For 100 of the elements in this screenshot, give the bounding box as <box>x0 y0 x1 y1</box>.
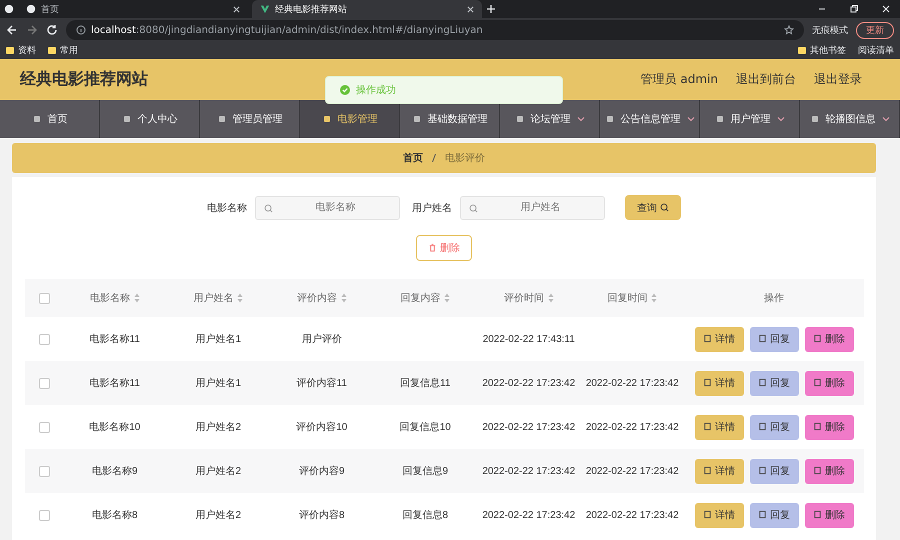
reply-button[interactable]: 回复 <box>750 414 798 440</box>
document-icon <box>812 510 822 519</box>
search-field[interactable]: 电影名称 <box>255 196 400 220</box>
table-cell: 回复信息11 <box>400 378 450 389</box>
nav-item[interactable]: 轮播图信息 <box>800 100 900 138</box>
nav-item[interactable]: 用户管理 <box>700 100 800 138</box>
close-icon[interactable] <box>467 6 474 12</box>
column-header[interactable]: 回复内容 <box>400 291 450 305</box>
field-label: 电影名称 <box>207 202 247 214</box>
check-circle-icon <box>340 85 350 95</box>
bookmark-folder[interactable]: 资料 <box>6 44 36 57</box>
sort-icon[interactable] <box>444 293 450 303</box>
nav-item[interactable]: 论坛管理 <box>500 100 600 138</box>
detail-button[interactable]: 详情 <box>694 326 744 352</box>
del-button[interactable]: 删除 <box>804 414 854 440</box>
table-cell: 用户评价 <box>302 334 342 345</box>
reading-list[interactable]: 阅读清单 <box>858 44 894 57</box>
trash-icon <box>428 243 437 252</box>
reply-button[interactable]: 回复 <box>750 502 798 528</box>
nav-item[interactable]: 电影管理 <box>300 100 400 138</box>
other-bookmarks[interactable]: 其他书签 <box>798 44 846 57</box>
square-icon <box>714 114 724 124</box>
reply-button[interactable]: 回复 <box>750 458 798 484</box>
update-button[interactable]: 更新 <box>856 22 894 38</box>
caret-icon <box>576 116 584 122</box>
sort-icon[interactable] <box>340 293 347 303</box>
bookmark-folder[interactable]: 常用 <box>48 44 78 57</box>
sort-icon[interactable] <box>548 293 554 303</box>
column-header[interactable]: 评价内容 <box>296 291 347 305</box>
close-icon[interactable] <box>233 6 240 12</box>
del-button[interactable]: 删除 <box>804 458 854 484</box>
globe-icon[interactable] <box>4 4 14 14</box>
sort-icon[interactable] <box>237 293 244 303</box>
column-header[interactable]: 评价时间 <box>504 291 554 305</box>
star-icon[interactable] <box>784 25 794 35</box>
document-icon <box>702 422 712 431</box>
search-field[interactable]: 用户姓名 <box>460 196 605 220</box>
browser-tab[interactable]: 首页 <box>18 0 248 18</box>
del-button[interactable]: 删除 <box>804 326 854 352</box>
table-cell: 评价内容11 <box>296 378 347 389</box>
nav-item[interactable]: 首页 <box>0 100 100 138</box>
caret-icon <box>882 116 890 122</box>
new-tab-icon[interactable] <box>486 4 496 14</box>
table-cell: 电影名称11 <box>90 378 140 389</box>
detail-button[interactable]: 详情 <box>694 370 744 396</box>
column-header[interactable]: 回复时间 <box>607 291 658 305</box>
caret-icon <box>686 116 694 122</box>
column-header[interactable]: 用户姓名 <box>193 291 244 305</box>
detail-button[interactable]: 详情 <box>694 502 744 528</box>
row-checkbox[interactable] <box>38 422 50 432</box>
table-cell: 2022-02-22 17:23:42 <box>482 422 576 432</box>
reply-button[interactable]: 回复 <box>750 370 798 396</box>
success-toast: 操作成功 <box>325 76 563 104</box>
table-cell: 2022-02-22 17:23:42 <box>482 466 576 476</box>
row-checkbox[interactable] <box>38 466 50 476</box>
del-button[interactable]: 删除 <box>804 502 854 528</box>
search-icon <box>264 204 273 212</box>
search-button[interactable]: 查询 <box>625 195 681 220</box>
info-icon[interactable] <box>76 25 86 35</box>
del-button[interactable]: 删除 <box>804 370 854 396</box>
address-bar[interactable]: localhost:8080/jingdiandianyingtuijian/admin/dist/index.html#/dianyingLiuyan <box>66 20 804 40</box>
breadcrumb-item[interactable]: 首页 <box>403 151 423 165</box>
column-header[interactable]: 电影名称 <box>90 291 140 305</box>
field-label: 用户姓名 <box>412 202 452 214</box>
back-arrow-icon[interactable] <box>6 24 18 36</box>
header-link[interactable]: 退出到前台 <box>736 71 796 88</box>
document-icon <box>758 466 767 475</box>
document-icon <box>812 334 822 343</box>
table-cell: 2022-02-22 17:23:42 <box>586 378 679 388</box>
table-cell: 2022-02-22 17:43:11 <box>482 334 575 344</box>
forward-arrow-icon[interactable] <box>26 24 38 36</box>
detail-button[interactable]: 详情 <box>694 414 744 440</box>
sort-icon[interactable] <box>651 293 658 303</box>
table-cell: 评价内容9 <box>298 466 345 477</box>
square-icon <box>514 114 524 124</box>
document-icon <box>702 510 712 519</box>
table-cell: 电影名称11 <box>90 334 140 345</box>
sort-icon[interactable] <box>134 293 140 303</box>
select-all-checkbox[interactable] <box>38 292 50 304</box>
reply-button[interactable]: 回复 <box>750 326 798 352</box>
nav-item[interactable]: 基础数据管理 <box>400 100 500 138</box>
incognito-label[interactable]: 无痕模式 <box>812 24 848 36</box>
square-icon <box>322 114 332 124</box>
row-checkbox[interactable] <box>38 378 50 388</box>
nav-item[interactable]: 个人中心 <box>100 100 200 138</box>
table-cell: 2022-02-22 17:23:42 <box>586 466 679 476</box>
table-cell: 2022-02-22 17:23:42 <box>586 510 679 520</box>
table-cell: 电影名称10 <box>89 422 140 433</box>
column-header: 操作 <box>764 292 784 305</box>
browser-tab[interactable]: 经典电影推荐网站 <box>252 0 482 18</box>
square-icon <box>412 114 422 124</box>
table-cell: 评价内容8 <box>298 510 345 521</box>
breadcrumb-item: 电影评价 <box>445 152 485 165</box>
reload-icon[interactable] <box>46 24 58 36</box>
nav-item[interactable]: 公告信息管理 <box>600 100 700 138</box>
row-checkbox[interactable] <box>38 510 50 520</box>
row-checkbox[interactable] <box>38 334 50 344</box>
table-cell: 回复信息8 <box>402 510 448 521</box>
detail-button[interactable]: 详情 <box>694 458 744 484</box>
header-link[interactable]: 退出登录 <box>814 71 862 88</box>
